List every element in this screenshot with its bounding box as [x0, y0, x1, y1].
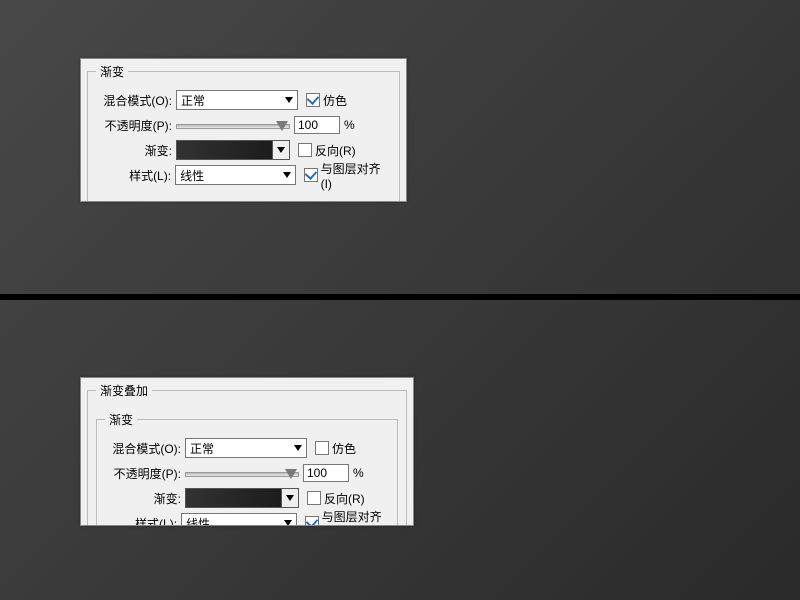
- gradient-panel-top: 渐变 混合模式(O): 正常 仿色 不透明度(P): 100 % 渐变:: [80, 58, 407, 202]
- style-value: 线性: [180, 167, 204, 184]
- slider-track: [176, 124, 290, 129]
- style-label: 样式(L):: [96, 167, 175, 184]
- style-label: 样式(L):: [105, 515, 181, 527]
- gradient-row: 渐变: 反向(R): [105, 487, 389, 509]
- chevron-down-icon: [283, 172, 291, 178]
- opacity-unit: %: [344, 118, 355, 132]
- align-label: 与图层对齐(I): [322, 508, 389, 527]
- reverse-checkbox[interactable]: [298, 143, 312, 157]
- opacity-row: 不透明度(P): 100 %: [96, 114, 391, 136]
- gradient-overlay-panel-bottom: 渐变叠加 渐变 混合模式(O): 正常 仿色 不透明度(P):: [80, 377, 414, 526]
- gradient-picker[interactable]: [176, 140, 290, 160]
- gradient-dropdown-button[interactable]: [272, 141, 289, 159]
- opacity-label: 不透明度(P):: [105, 465, 185, 482]
- style-value: 线性: [186, 515, 210, 527]
- opacity-input[interactable]: 100: [303, 464, 349, 482]
- gradient-dropdown-button[interactable]: [281, 489, 298, 507]
- check-icon: [304, 167, 317, 180]
- chevron-down-icon: [277, 147, 285, 153]
- style-row: 样式(L): 线性 与图层对齐(I): [105, 512, 389, 526]
- opacity-label: 不透明度(P):: [96, 117, 176, 134]
- chevron-down-icon: [286, 495, 294, 501]
- section-divider: [0, 294, 800, 300]
- gradient-picker[interactable]: [185, 488, 299, 508]
- chevron-down-icon: [285, 97, 293, 103]
- gradient-fieldset: 渐变 混合模式(O): 正常 仿色 不透明度(P): 100: [96, 411, 398, 526]
- gradient-row: 渐变: 反向(R): [96, 139, 391, 161]
- slider-thumb-icon[interactable]: [285, 469, 297, 479]
- blend-mode-label: 混合模式(O):: [96, 92, 176, 109]
- align-checkbox[interactable]: [304, 168, 318, 182]
- dither-checkbox[interactable]: [306, 93, 320, 107]
- dither-label: 仿色: [332, 440, 356, 457]
- check-icon: [307, 92, 320, 105]
- gradient-label: 渐变:: [96, 142, 176, 159]
- style-dropdown[interactable]: 线性: [175, 165, 296, 185]
- opacity-unit: %: [353, 466, 364, 480]
- gradient-preview: [186, 489, 281, 507]
- gradient-fieldset: 渐变 混合模式(O): 正常 仿色 不透明度(P): 100 % 渐变:: [87, 63, 400, 202]
- check-icon: [306, 515, 319, 526]
- blend-mode-row: 混合模式(O): 正常 仿色: [105, 437, 389, 459]
- dither-label: 仿色: [323, 92, 347, 109]
- gradient-legend: 渐变: [96, 63, 128, 80]
- dither-checkbox[interactable]: [315, 441, 329, 455]
- gradient-legend: 渐变: [105, 411, 137, 428]
- style-dropdown[interactable]: 线性: [181, 513, 297, 526]
- reverse-checkbox[interactable]: [307, 491, 321, 505]
- blend-mode-value: 正常: [190, 440, 214, 457]
- opacity-input[interactable]: 100: [294, 116, 340, 134]
- align-label: 与图层对齐(I): [321, 160, 391, 191]
- gradient-overlay-fieldset: 渐变叠加 渐变 混合模式(O): 正常 仿色 不透明度(P):: [87, 382, 407, 526]
- dither-checkbox-wrap[interactable]: 仿色: [306, 92, 347, 109]
- align-checkbox-wrap[interactable]: 与图层对齐(I): [305, 508, 389, 527]
- reverse-label: 反向(R): [324, 490, 365, 507]
- opacity-slider[interactable]: [185, 464, 297, 482]
- gradient-preview: [177, 141, 272, 159]
- chevron-down-icon: [294, 445, 302, 451]
- slider-track: [185, 472, 299, 477]
- blend-mode-dropdown[interactable]: 正常: [185, 438, 307, 458]
- gradient-label: 渐变:: [105, 490, 185, 507]
- opacity-row: 不透明度(P): 100 %: [105, 462, 389, 484]
- chevron-down-icon: [284, 520, 292, 526]
- opacity-slider[interactable]: [176, 116, 288, 134]
- blend-mode-row: 混合模式(O): 正常 仿色: [96, 89, 391, 111]
- reverse-checkbox-wrap[interactable]: 反向(R): [307, 490, 365, 507]
- blend-mode-label: 混合模式(O):: [105, 440, 185, 457]
- align-checkbox[interactable]: [305, 516, 318, 526]
- gradient-overlay-legend: 渐变叠加: [96, 382, 152, 399]
- style-row: 样式(L): 线性 与图层对齐(I): [96, 164, 391, 186]
- blend-mode-dropdown[interactable]: 正常: [176, 90, 298, 110]
- reverse-label: 反向(R): [315, 142, 356, 159]
- blend-mode-value: 正常: [181, 92, 205, 109]
- dither-checkbox-wrap[interactable]: 仿色: [315, 440, 356, 457]
- align-checkbox-wrap[interactable]: 与图层对齐(I): [304, 160, 391, 191]
- slider-thumb-icon[interactable]: [276, 121, 288, 131]
- reverse-checkbox-wrap[interactable]: 反向(R): [298, 142, 356, 159]
